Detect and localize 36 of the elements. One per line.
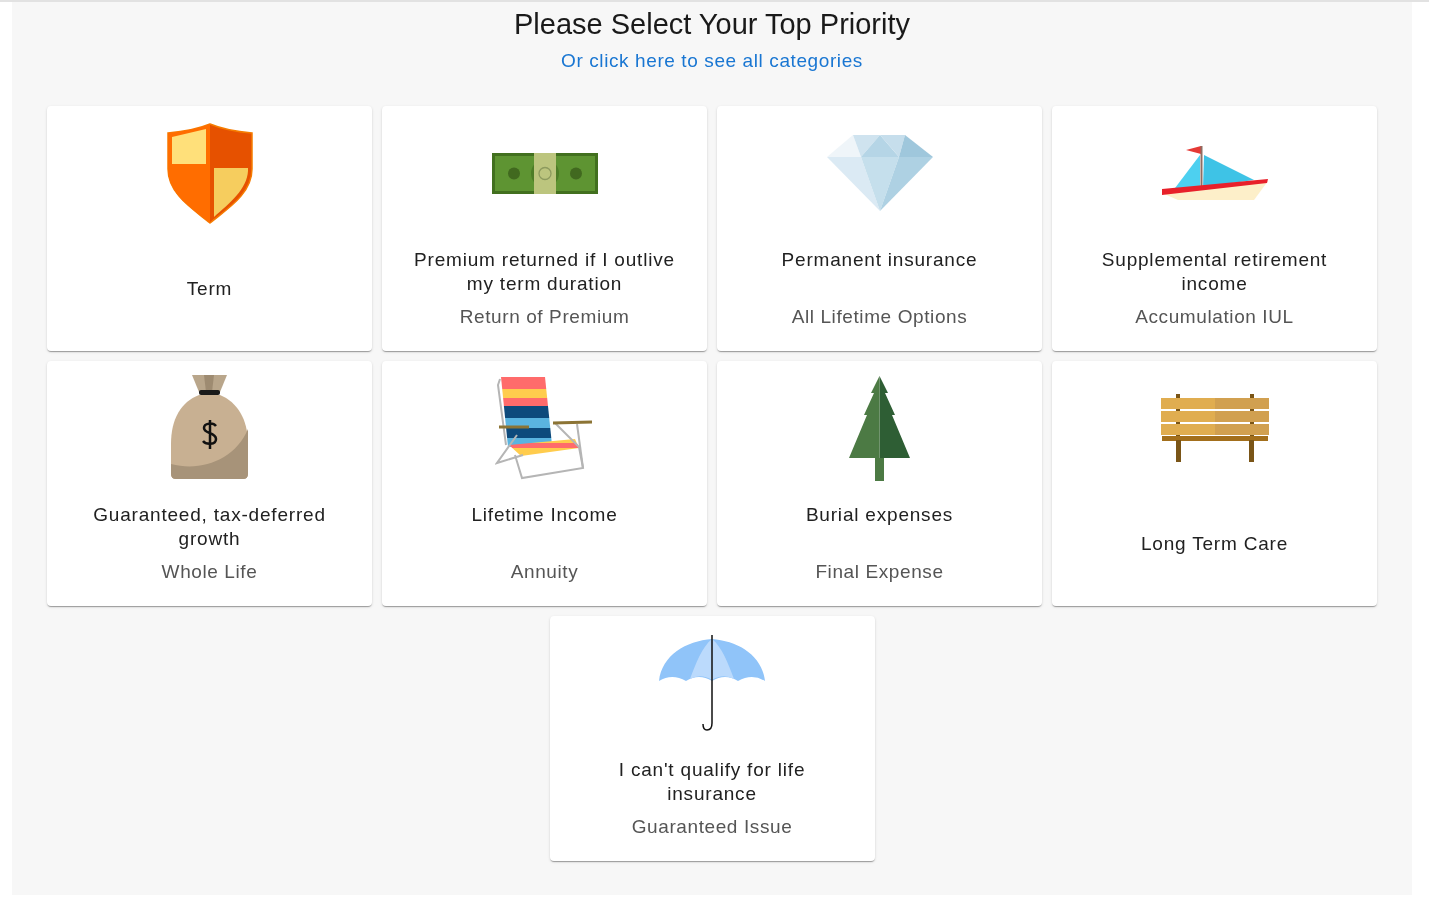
category-card[interactable]: Long Term Care — [1052, 361, 1377, 606]
card-subtitle: Final Expense — [815, 560, 944, 584]
card-title: Guaranteed, tax-deferred growth — [92, 503, 327, 551]
card-subtitle: Annuity — [510, 560, 579, 584]
shield-icon — [166, 122, 253, 224]
card-subtitle: All Lifetime Options — [791, 305, 968, 329]
category-card[interactable]: Premium returned if I outlive my term duration Return of Premium — [382, 106, 707, 351]
card-subtitle: Return of Premium — [459, 305, 630, 329]
pine-tree-icon — [849, 375, 910, 481]
card-title: Permanent insurance — [781, 248, 978, 272]
category-card[interactable]: Term — [47, 106, 372, 351]
bench-icon — [1160, 394, 1269, 462]
sailboat-icon — [1160, 145, 1269, 201]
money-bag-icon — [169, 374, 250, 482]
category-card[interactable]: Permanent insurance All Lifetime Options — [717, 106, 1042, 351]
card-subtitle: Guaranteed Issue — [631, 815, 793, 839]
category-card[interactable]: Supplemental retirement income Accumulation IUL — [1052, 106, 1377, 351]
banknote-icon — [491, 152, 598, 194]
category-card[interactable]: Burial expenses Final Expense — [717, 361, 1042, 606]
category-card[interactable]: Guaranteed, tax-deferred growth Whole Life — [47, 361, 372, 606]
card-subtitle: Whole Life — [161, 560, 258, 584]
card-title: Burial expenses — [805, 503, 954, 527]
card-title: Lifetime Income — [471, 503, 618, 527]
card-title: Term — [186, 276, 233, 301]
card-subtitle: Accumulation IUL — [1135, 305, 1294, 329]
card-title: I can't qualify for life insurance — [617, 758, 807, 806]
card-title: Long Term Care — [1140, 531, 1289, 556]
beach-chair-icon — [495, 375, 594, 481]
card-title: Supplemental retirement income — [1100, 248, 1329, 296]
diamond-icon — [826, 135, 933, 211]
see-all-categories-link[interactable]: Or click here to see all categories — [561, 49, 863, 73]
umbrella-icon — [658, 634, 766, 732]
category-card[interactable]: I can't qualify for life insurance Guaranteed Issue — [549, 616, 875, 861]
page-title: Please Select Your Top Priority — [514, 7, 910, 42]
category-card[interactable]: Lifetime Income Annuity — [382, 361, 707, 606]
card-title: Premium returned if I outlive my term duration — [413, 248, 676, 296]
